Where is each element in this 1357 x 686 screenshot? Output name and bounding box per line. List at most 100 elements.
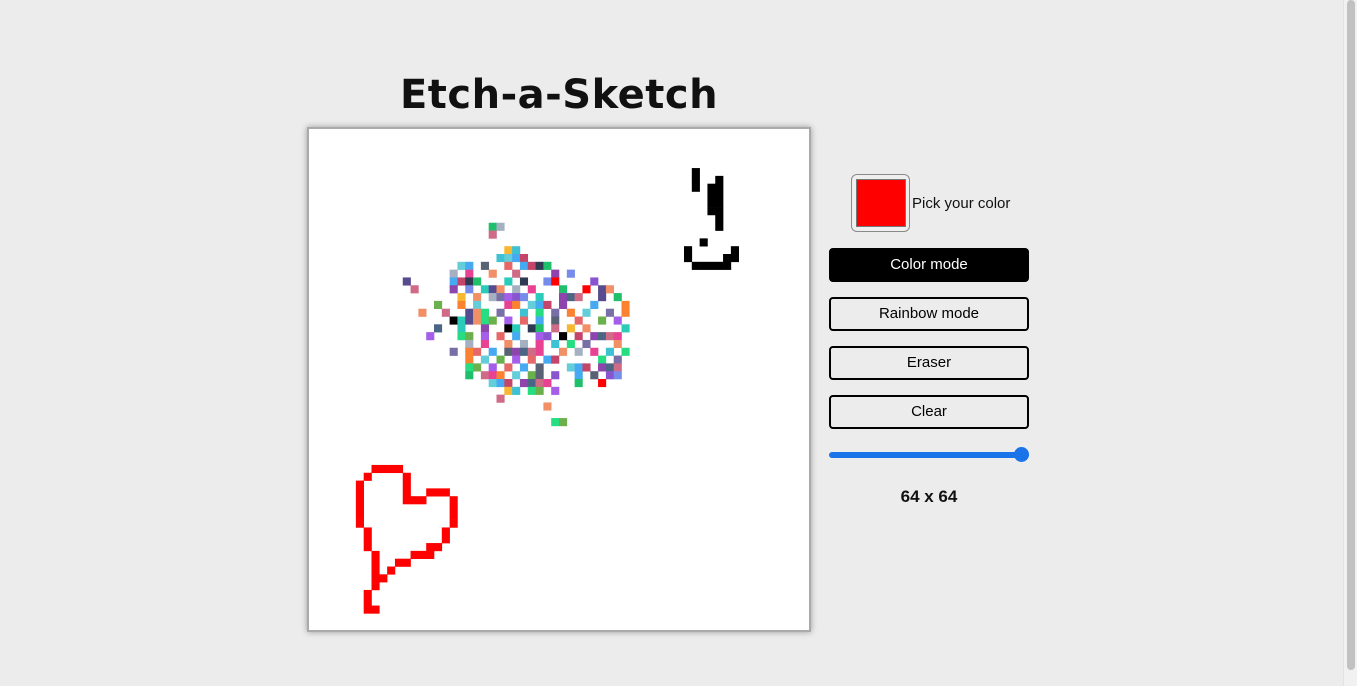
grid-cell-rainbow[interactable] [566,324,575,333]
grid-cell-rainbow[interactable] [480,285,489,294]
grid-cell-rainbow[interactable] [410,285,419,294]
grid-cell-rainbow[interactable] [598,332,607,341]
grid-cell-rainbow[interactable] [473,293,482,302]
grid-cell-red[interactable] [355,504,364,513]
grid-cell-rainbow[interactable] [496,371,505,380]
grid-cell-rainbow[interactable] [418,308,427,317]
grid-cell-rainbow[interactable] [605,332,614,341]
grid-cell-rainbow[interactable] [582,324,591,333]
grid-cell-rainbow[interactable] [543,277,552,286]
grid-cell-rainbow[interactable] [605,347,614,356]
grid-cell-black[interactable] [715,191,724,200]
grid-cell-red[interactable] [355,496,364,505]
grid-cell-black[interactable] [730,254,739,263]
grid-cell-rainbow[interactable] [551,386,560,395]
grid-cell-rainbow[interactable] [465,277,474,286]
grid-cell-rainbow[interactable] [621,324,630,333]
grid-cell-red[interactable] [371,605,380,614]
grid-cell-red[interactable] [387,464,396,474]
grid-cell-rainbow[interactable] [488,293,497,302]
grid-cell-rainbow[interactable] [512,347,521,356]
grid-cell-rainbow[interactable] [465,261,474,270]
grid-cell-red[interactable] [363,472,372,481]
grid-cell-rainbow[interactable] [496,293,505,302]
grid-cell-rainbow[interactable] [527,355,536,364]
grid-cell-rainbow[interactable] [512,269,521,278]
grid-cell-rainbow[interactable] [559,300,568,309]
grid-cell-rainbow[interactable] [496,355,505,364]
grid-cell-rainbow[interactable] [496,332,505,341]
grid-cell-rainbow[interactable] [574,363,583,372]
grid-cell-rainbow[interactable] [449,269,458,278]
grid-cell-rainbow[interactable] [535,293,544,302]
grid-cell-red[interactable] [379,464,388,474]
grid-cell-rainbow[interactable] [590,371,599,380]
grid-cell-black[interactable] [691,168,700,177]
grid-cell-rainbow[interactable] [512,355,521,364]
grid-cell-rainbow[interactable] [504,261,513,270]
grid-cell-red[interactable] [441,488,450,497]
grid-cell-black[interactable] [715,183,724,192]
grid-cell-rainbow[interactable] [559,418,568,427]
grid-cell-rainbow[interactable] [512,371,521,380]
grid-cell-red[interactable] [449,519,458,528]
grid-cell-rainbow[interactable] [504,386,513,395]
grid-cell-rainbow[interactable] [465,355,474,364]
grid-cell-rainbow[interactable] [527,379,536,388]
grid-cell-rainbow[interactable] [559,332,568,341]
grid-cell-red[interactable] [371,558,380,567]
grid-cell-rainbow[interactable] [566,269,575,278]
grid-cell-black[interactable] [723,261,732,270]
grid-cell-rainbow[interactable] [527,261,536,270]
grid-cell-rainbow[interactable] [480,332,489,341]
grid-cell-rainbow[interactable] [488,230,497,239]
grid-cell-rainbow[interactable] [621,300,630,309]
grid-cell-red[interactable] [379,574,388,583]
grid-cell-black[interactable] [715,222,724,231]
grid-cell-rainbow[interactable] [504,316,513,325]
grid-cell-red[interactable] [441,535,450,544]
grid-cell-rainbow[interactable] [527,386,536,395]
grid-cell-rainbow[interactable] [559,293,568,302]
grid-cell-rainbow[interactable] [621,347,630,356]
grid-cell-rainbow[interactable] [535,379,544,388]
grid-cell-rainbow[interactable] [613,316,622,325]
grid-cell-rainbow[interactable] [605,371,614,380]
grid-cell-rainbow[interactable] [488,285,497,294]
grid-cell-red[interactable] [410,550,419,559]
grid-cell-red[interactable] [402,558,411,567]
grid-cell-rainbow[interactable] [535,332,544,341]
grid-cell-rainbow[interactable] [512,254,521,263]
grid-cell-rainbow[interactable] [504,339,513,349]
grid-cell-rainbow[interactable] [582,285,591,294]
grid-cell-rainbow[interactable] [465,363,474,372]
grid-cell-rainbow[interactable] [434,324,443,333]
grid-cell-rainbow[interactable] [449,277,458,286]
color-mode-button[interactable]: Color mode [829,248,1029,282]
grid-cell-red[interactable] [441,527,450,536]
grid-cell-rainbow[interactable] [496,308,505,317]
grid-cell-rainbow[interactable] [488,363,497,372]
grid-cell-rainbow[interactable] [480,371,489,380]
grid-cell-red[interactable] [371,582,380,591]
grid-cell-red[interactable] [363,535,372,544]
grid-cell-rainbow[interactable] [473,300,482,309]
grid-cell-rainbow[interactable] [480,339,489,349]
grid-cell-rainbow[interactable] [535,316,544,325]
grid-size-slider[interactable] [829,447,1029,463]
grid-cell-rainbow[interactable] [598,293,607,302]
grid-cell-rainbow[interactable] [512,246,521,255]
grid-cell-rainbow[interactable] [519,339,529,349]
grid-cell-rainbow[interactable] [457,277,466,286]
grid-cell-rainbow[interactable] [519,347,529,356]
grid-cell-red[interactable] [449,511,458,520]
grid-cell-rainbow[interactable] [480,308,489,317]
grid-cell-rainbow[interactable] [473,316,482,325]
grid-cell-rainbow[interactable] [543,300,552,309]
grid-cell-red[interactable] [371,550,380,559]
grid-cell-rainbow[interactable] [449,285,458,294]
grid-cell-rainbow[interactable] [613,339,622,349]
grid-cell-rainbow[interactable] [551,339,560,349]
grid-cell-rainbow[interactable] [457,293,466,302]
clear-button[interactable]: Clear [829,395,1029,429]
